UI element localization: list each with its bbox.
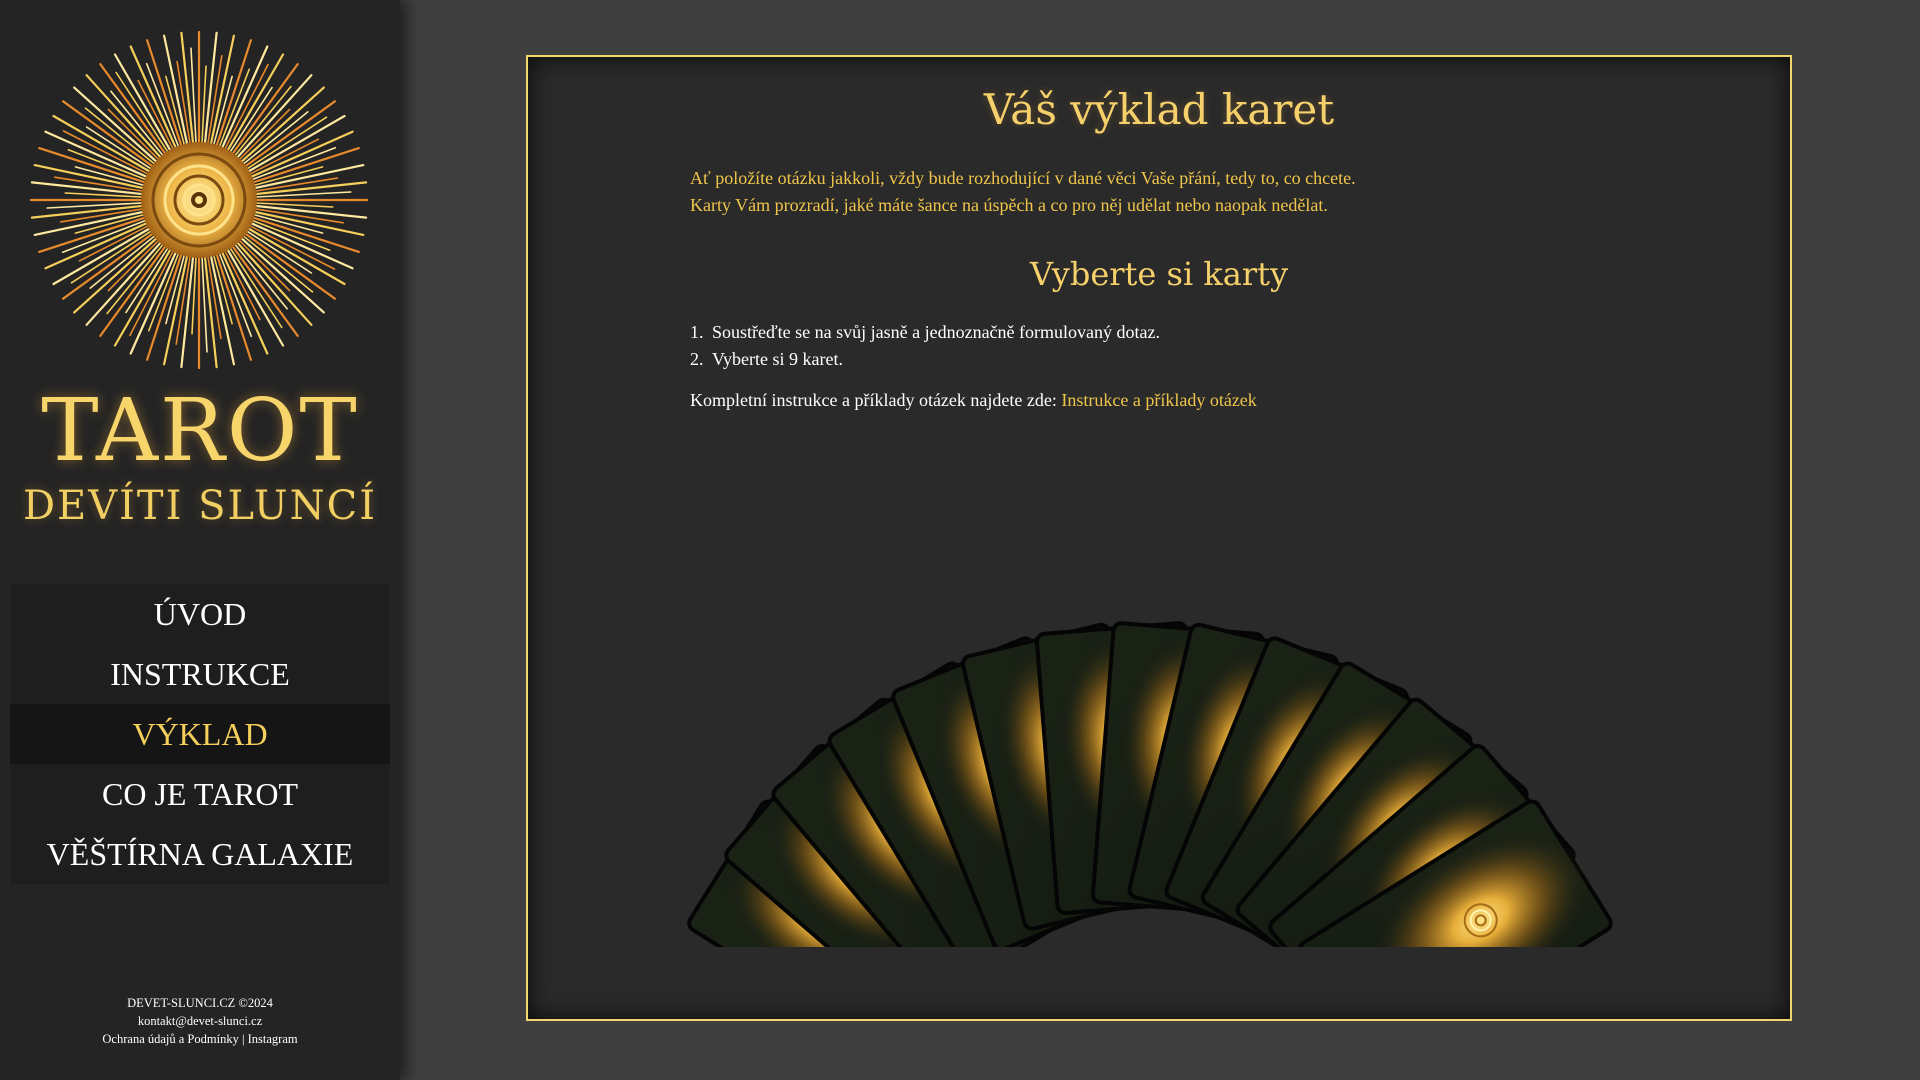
footer-copyright: DEVET-SLUNCI.CZ ©2024 xyxy=(127,996,273,1010)
nav-item-instrukce[interactable]: INSTRUKCE xyxy=(10,644,390,704)
step-text: Soustřeďte se na svůj jasně a jednoznačn… xyxy=(712,322,1160,342)
footer-privacy-link[interactable]: Ochrana údajů a Podmínky xyxy=(102,1032,238,1046)
intro-line: Ať položíte otázku jakkoli, vždy bude ro… xyxy=(690,168,1356,188)
footer-email-link[interactable]: kontakt@devet-slunci.cz xyxy=(138,1014,262,1028)
sun-mandala-icon[interactable] xyxy=(29,30,369,370)
sidebar-footer: DEVET-SLUNCI.CZ ©2024 kontakt@devet-slun… xyxy=(0,994,400,1048)
list-item: 2. Vyberte si 9 karet. xyxy=(690,346,1690,373)
nav-item-vyklad[interactable]: VÝKLAD xyxy=(10,704,390,764)
instructions-text: Kompletní instrukce a příklady otázek na… xyxy=(690,390,1057,410)
brand-subtitle[interactable]: DEVÍTI SLUNCÍ xyxy=(0,486,400,526)
sidebar: TAROT DEVÍTI SLUNCÍ ÚVOD INSTRUKCE VÝKLA… xyxy=(0,0,400,1080)
instructions-paragraph: Kompletní instrukce a příklady otázek na… xyxy=(690,387,1690,414)
instructions-link[interactable]: Instrukce a příklady otázek xyxy=(1061,390,1256,410)
step-text: Vyberte si 9 karet. xyxy=(712,349,843,369)
step-number: 1. xyxy=(690,322,704,342)
brand-title[interactable]: TAROT xyxy=(0,388,400,474)
step-number: 2. xyxy=(690,349,704,369)
card-fan xyxy=(687,621,1613,947)
list-item: 1. Soustřeďte se na svůj jasně a jednozna… xyxy=(690,319,1690,346)
nav-item-uvod[interactable]: ÚVOD xyxy=(10,584,390,644)
footer-separator: | xyxy=(241,1032,245,1046)
reading-panel: Váš výklad karet Ať položíte otázku jakk… xyxy=(526,55,1792,1021)
section-title: Vyberte si karty xyxy=(1029,255,1289,293)
page-title: Váš výklad karet xyxy=(983,85,1335,134)
nav-item-co-je-tarot[interactable]: CO JE TAROT xyxy=(10,764,390,824)
main-nav: ÚVOD INSTRUKCE VÝKLAD CO JE TAROT VĚŠTÍR… xyxy=(10,584,390,884)
footer-instagram-link[interactable]: Instagram xyxy=(248,1032,298,1046)
intro-line: Karty Vám prozradí, jaké máte šance na ú… xyxy=(690,195,1328,215)
steps-list: 1. Soustřeďte se na svůj jasně a jednozna… xyxy=(690,319,1690,373)
intro-text: Ať položíte otázku jakkoli, vždy bude ro… xyxy=(690,165,1690,219)
nav-item-vestirna-galaxie[interactable]: VĚŠTÍRNA GALAXIE xyxy=(10,824,390,884)
